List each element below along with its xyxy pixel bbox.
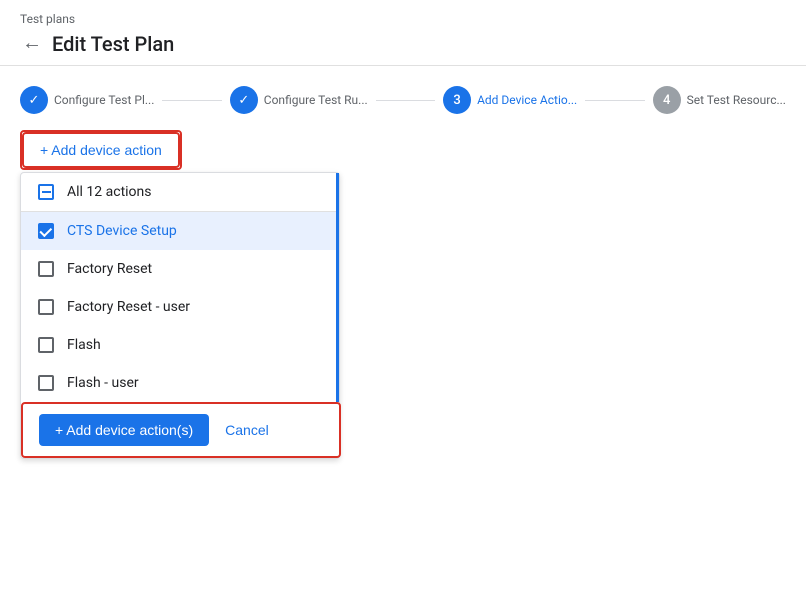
- step-3-circle: 3: [443, 86, 471, 114]
- step-4: 4 Set Test Resourc...: [653, 86, 786, 114]
- factory-reset-checkbox[interactable]: [37, 260, 55, 278]
- step-1: ✓ Configure Test Pl...: [20, 86, 154, 114]
- cancel-button[interactable]: Cancel: [225, 422, 269, 438]
- cts-checkbox[interactable]: [37, 222, 55, 240]
- dropdown-footer: + Add device action(s) Cancel: [21, 402, 341, 458]
- step-3: 3 Add Device Actio...: [443, 86, 577, 114]
- flash-label: Flash: [67, 337, 101, 353]
- dropdown-panel: All 12 actions CTS Device Setup Factory …: [20, 172, 340, 459]
- step-1-label: Configure Test Pl...: [54, 93, 154, 107]
- all-actions-checkbox[interactable]: [37, 183, 55, 201]
- flash-checkbox[interactable]: [37, 336, 55, 354]
- main-content: + Add device action All 12 actions CTS D…: [0, 130, 806, 596]
- list-item[interactable]: Flash - user: [21, 364, 336, 402]
- breadcrumb: Test plans: [20, 12, 786, 26]
- checked-checkbox-icon: [38, 223, 54, 239]
- unchecked-checkbox-icon: [38, 261, 54, 277]
- back-button[interactable]: ←: [20, 30, 44, 57]
- unchecked-checkbox-icon: [38, 299, 54, 315]
- dropdown-list[interactable]: All 12 actions CTS Device Setup Factory …: [21, 173, 339, 402]
- list-item[interactable]: Factory Reset - user: [21, 288, 336, 326]
- list-item[interactable]: CTS Device Setup: [21, 212, 336, 250]
- step-2: ✓ Configure Test Ru...: [230, 86, 368, 114]
- page-title: Edit Test Plan: [52, 32, 174, 56]
- cts-label: CTS Device Setup: [67, 223, 177, 239]
- factory-reset-user-checkbox[interactable]: [37, 298, 55, 316]
- flash-user-label: Flash - user: [67, 375, 139, 391]
- step-connector-1: [162, 100, 221, 101]
- factory-reset-user-label: Factory Reset - user: [67, 299, 190, 315]
- header: Test plans ← Edit Test Plan: [0, 0, 806, 66]
- add-device-btn-wrapper: + Add device action: [20, 130, 182, 170]
- list-item[interactable]: Factory Reset: [21, 250, 336, 288]
- unchecked-checkbox-icon: [38, 337, 54, 353]
- all-actions-item[interactable]: All 12 actions: [21, 173, 336, 212]
- stepper: ✓ Configure Test Pl... ✓ Configure Test …: [0, 66, 806, 130]
- step-2-label: Configure Test Ru...: [264, 93, 368, 107]
- step-4-circle: 4: [653, 86, 681, 114]
- step-connector-2: [376, 100, 435, 101]
- step-connector-3: [585, 100, 644, 101]
- back-arrow-icon: ←: [22, 32, 42, 55]
- step-4-label: Set Test Resourc...: [687, 93, 786, 107]
- page-title-row: ← Edit Test Plan: [20, 30, 786, 57]
- add-actions-button[interactable]: + Add device action(s): [39, 414, 209, 446]
- step-1-circle: ✓: [20, 86, 48, 114]
- step-2-circle: ✓: [230, 86, 258, 114]
- indeterminate-checkbox-icon: [38, 184, 54, 200]
- list-item[interactable]: Flash: [21, 326, 336, 364]
- unchecked-checkbox-icon: [38, 375, 54, 391]
- add-device-action-button[interactable]: + Add device action: [22, 132, 180, 168]
- factory-reset-label: Factory Reset: [67, 261, 152, 277]
- flash-user-checkbox[interactable]: [37, 374, 55, 392]
- step-3-label: Add Device Actio...: [477, 93, 577, 107]
- all-actions-label: All 12 actions: [67, 184, 152, 200]
- page-container: Test plans ← Edit Test Plan ✓ Configure …: [0, 0, 806, 596]
